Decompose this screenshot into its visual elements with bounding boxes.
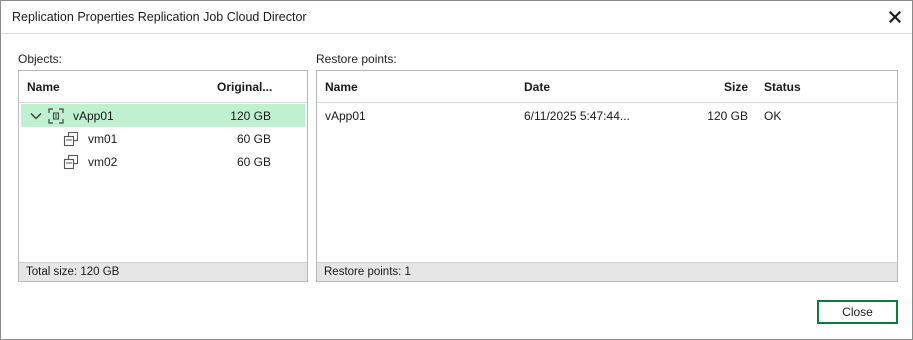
object-size: 60 GB xyxy=(236,155,271,169)
column-header-date[interactable]: Date xyxy=(524,80,550,94)
vm-icon xyxy=(63,154,79,170)
objects-label: Objects: xyxy=(18,52,63,66)
vapp-icon xyxy=(48,108,64,124)
object-name: vm02 xyxy=(88,155,118,169)
restore-points-panel: Name Date Size Status vApp01 6/11/2025 5… xyxy=(316,70,898,282)
vm-icon xyxy=(63,131,79,147)
object-size: 60 GB xyxy=(236,132,271,146)
tree-row-vm01[interactable]: vm01 60 GB xyxy=(21,127,305,150)
objects-footer: Total size: 120 GB xyxy=(19,262,307,281)
restore-point-row[interactable]: vApp01 6/11/2025 5:47:44... 120 GB OK xyxy=(319,104,895,127)
title-bar: Replication Properties Replication Job C… xyxy=(1,1,912,34)
restore-point-status: OK xyxy=(764,109,782,123)
column-header-name[interactable]: Name xyxy=(325,80,358,94)
total-size-text: Total size: 120 GB xyxy=(26,266,120,278)
dialog-title: Replication Properties Replication Job C… xyxy=(12,10,307,24)
chevron-down-icon[interactable] xyxy=(28,108,44,124)
restore-point-date: 6/11/2025 5:47:44... xyxy=(524,109,630,123)
object-size: 120 GB xyxy=(230,109,271,123)
column-header-status[interactable]: Status xyxy=(764,80,801,94)
restore-points-footer: Restore points: 1 xyxy=(317,262,897,281)
object-name: vApp01 xyxy=(73,109,114,123)
restore-points-label: Restore points: xyxy=(316,52,397,66)
tree-row-vm02[interactable]: vm02 60 GB xyxy=(21,150,305,173)
restore-point-name: vApp01 xyxy=(325,109,366,123)
close-icon[interactable] xyxy=(884,6,906,28)
objects-header: Name Original... xyxy=(19,71,307,103)
column-header-name[interactable]: Name xyxy=(27,80,60,94)
restore-points-header: Name Date Size Status xyxy=(317,71,897,103)
object-name: vm01 xyxy=(88,132,118,146)
replication-properties-dialog: Replication Properties Replication Job C… xyxy=(0,0,913,340)
restore-point-size: 120 GB xyxy=(707,109,748,123)
column-header-size[interactable]: Size xyxy=(724,80,748,94)
tree-row-vapp01[interactable]: vApp01 120 GB xyxy=(21,104,305,127)
close-button[interactable]: Close xyxy=(817,300,898,324)
restore-points-count-text: Restore points: 1 xyxy=(324,266,411,278)
objects-panel: Name Original... vApp01 120 GB vm01 60 G… xyxy=(18,70,308,282)
column-header-original[interactable]: Original... xyxy=(217,80,272,94)
